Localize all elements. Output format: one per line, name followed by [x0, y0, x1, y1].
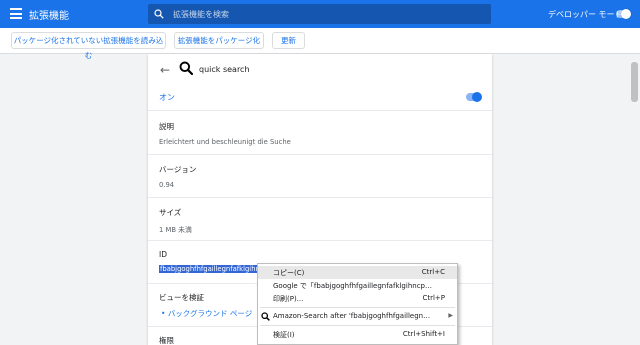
context-menu-shortcut: Ctrl+Shift+I — [402, 330, 445, 338]
magnifier-icon — [261, 312, 270, 321]
menu-icon[interactable] — [10, 8, 22, 19]
size-title: サイズ — [159, 208, 182, 217]
devmode-toggle[interactable] — [616, 8, 631, 19]
search-input[interactable]: 拡張機能を検索 — [148, 4, 491, 24]
id-title: ID — [159, 250, 167, 259]
context-menu-item-label: コピー(C) — [273, 269, 305, 277]
background-page-link[interactable]: • バックグラウンド ページ — [161, 308, 252, 319]
context-menu-shortcut: Ctrl+C — [421, 268, 445, 276]
context-menu-amazon-search[interactable]: Amazon-Search after 'fbabjgoghfhfgailleg… — [258, 310, 457, 323]
context-menu-copy[interactable]: コピー(C) Ctrl+C — [258, 266, 457, 279]
size-value: 1 MB 未満 — [159, 226, 192, 234]
divider — [148, 110, 492, 111]
version-title: バージョン — [159, 165, 197, 174]
description-title: 説明 — [159, 122, 174, 131]
inspect-views-title: ビューを検証 — [159, 293, 204, 302]
context-menu: コピー(C) Ctrl+C Google で「fbabjgoghfhfgaill… — [257, 263, 458, 345]
extension-magnifier-icon — [179, 61, 193, 75]
submenu-arrow-icon: ▶ — [448, 312, 453, 319]
background-page-link-label: バックグラウンド ページ — [167, 309, 253, 318]
divider — [148, 240, 492, 241]
context-menu-print[interactable]: 印刷(P)... Ctrl+P — [258, 292, 457, 305]
pack-extension-button[interactable]: 拡張機能をパッケージ化 — [174, 32, 264, 49]
enabled-toggle[interactable] — [466, 91, 482, 102]
context-menu-shortcut: Ctrl+P — [422, 294, 445, 302]
page-title: 拡張機能 — [29, 11, 69, 22]
enabled-label: オン — [159, 93, 175, 102]
description-value: Erleichtert und beschleunigt die Suche — [159, 138, 291, 146]
context-menu-item-label: Google で「fbabjgoghfhfgaillegnfafklgihncp… — [273, 282, 432, 290]
divider — [148, 197, 492, 198]
divider — [148, 154, 492, 155]
search-icon — [154, 9, 164, 19]
update-button[interactable]: 更新 — [272, 32, 305, 49]
permissions-title: 権限 — [159, 336, 174, 345]
search-placeholder: 拡張機能を検索 — [173, 10, 229, 19]
header-bar: 拡張機能 拡張機能を検索 デベロッパー モード — [0, 0, 640, 28]
version-value: 0.94 — [159, 181, 175, 189]
context-menu-item-label: 印刷(P)... — [273, 295, 304, 303]
context-menu-item-label: Amazon-Search after 'fbabjgoghfhfgailleg… — [273, 312, 431, 320]
scrollbar[interactable] — [629, 54, 640, 345]
toolbar: パッケージ化されていない拡張機能を読み込む 拡張機能をパッケージ化 更新 — [0, 28, 640, 60]
extension-name: quick search — [199, 65, 250, 74]
context-menu-separator — [260, 307, 455, 308]
devmode-label: デベロッパー モード — [548, 10, 623, 19]
context-menu-separator — [260, 325, 455, 326]
load-unpacked-button[interactable]: パッケージ化されていない拡張機能を読み込む — [11, 32, 166, 60]
context-menu-inspect[interactable]: 検証(I) Ctrl+Shift+I — [258, 328, 457, 341]
context-menu-item-label: 検証(I) — [273, 331, 295, 339]
extension-id-value[interactable]: fbabjgoghfhfgaillegnfafklgihncpc — [159, 265, 257, 273]
scrollbar-thumb[interactable] — [631, 62, 638, 102]
back-arrow-icon[interactable]: ← — [160, 63, 170, 77]
context-menu-google-search[interactable]: Google で「fbabjgoghfhfgaillegnfafklgihncp… — [258, 279, 457, 292]
